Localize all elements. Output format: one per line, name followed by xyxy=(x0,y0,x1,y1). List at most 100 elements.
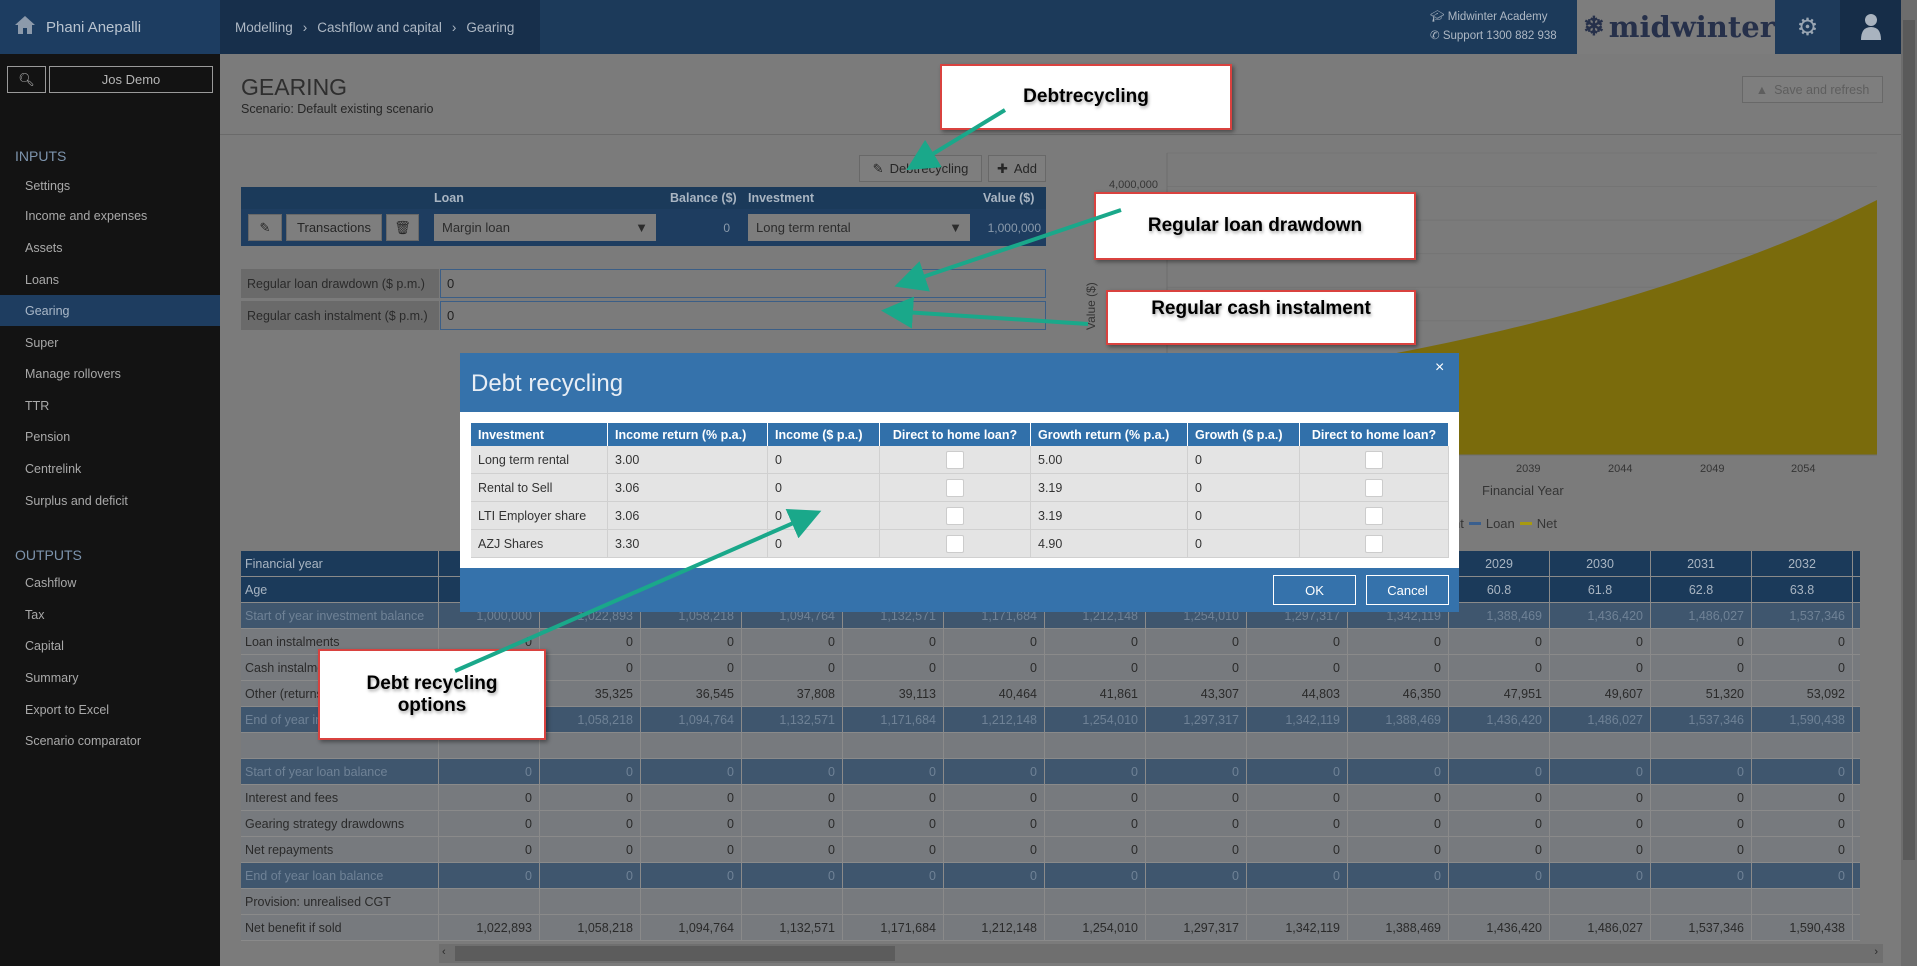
table-cell xyxy=(1550,733,1651,759)
transactions-button[interactable]: Transactions xyxy=(286,214,382,241)
gear-icon[interactable]: ⚙ xyxy=(1775,0,1840,54)
drawdown-input[interactable]: 0 xyxy=(440,269,1046,298)
x-tick-label: 2044 xyxy=(1608,463,1633,475)
direct-to-home-loan-checkbox[interactable] xyxy=(946,506,964,525)
caret-down-icon: ▼ xyxy=(635,220,648,235)
drawdown-label: Regular loan drawdown ($ p.m.) xyxy=(241,269,439,298)
table-cell: 35,325 xyxy=(540,681,641,707)
save-refresh-button[interactable]: ▲ Save and refresh xyxy=(1742,76,1883,103)
table-cell: 0 xyxy=(439,863,540,889)
search-button[interactable]: 🔍︎ xyxy=(7,66,46,93)
edit-loan-button[interactable]: ✎ xyxy=(248,214,282,241)
sidebar-item-tax[interactable]: Tax xyxy=(0,599,220,630)
table-cell: 0 xyxy=(1651,785,1752,811)
sidebar-item-summary[interactable]: Summary xyxy=(0,662,220,693)
scroll-right-icon[interactable]: › xyxy=(1874,946,1878,958)
modal-column-header: Growth return (% p.a.) xyxy=(1031,423,1188,446)
table-cell: 51,320 xyxy=(1651,681,1752,707)
debtrecycling-label: Debtrecycling xyxy=(889,161,969,176)
modal-column-header: Direct to home loan? xyxy=(1300,423,1449,446)
vertical-scrollbar-thumb[interactable] xyxy=(1903,20,1915,860)
table-cell: 0 xyxy=(843,759,944,785)
delete-loan-button[interactable]: 🗑︎ xyxy=(386,214,419,241)
instalment-input[interactable]: 0 xyxy=(440,301,1046,330)
support-phone[interactable]: ✆ Support 1300 882 938 xyxy=(1430,27,1557,46)
user-icon[interactable] xyxy=(1840,0,1901,54)
table-cell: 1,254,010 xyxy=(1045,915,1146,941)
breadcrumb-gearing[interactable]: Gearing xyxy=(466,20,514,35)
sidebar-item-scenario-comparator[interactable]: Scenario comparator xyxy=(0,725,220,756)
sidebar-item-gearing[interactable]: Gearing xyxy=(0,295,220,326)
table-cell: 1,486,027 xyxy=(1550,915,1651,941)
ok-button[interactable]: OK xyxy=(1273,575,1356,605)
sidebar-item-income-and-expenses[interactable]: Income and expenses xyxy=(0,200,220,231)
table-cell: 0 xyxy=(1449,629,1550,655)
table-cell: 1,171,684 xyxy=(843,707,944,733)
sidebar-item-assets[interactable]: Assets xyxy=(0,232,220,263)
table-cell: 0 xyxy=(742,759,843,785)
sidebar-item-centrelink[interactable]: Centrelink xyxy=(0,453,220,484)
table-cell: 0 xyxy=(843,629,944,655)
table-cell: 0 xyxy=(742,629,843,655)
legend-net: Net xyxy=(1536,516,1557,531)
sidebar-item-capital[interactable]: Capital xyxy=(0,630,220,661)
add-button[interactable]: ✚ Add xyxy=(988,155,1046,182)
sidebar-item-ttr[interactable]: TTR xyxy=(0,390,220,421)
sidebar-item-surplus-and-deficit[interactable]: Surplus and deficit xyxy=(0,485,220,516)
direct-to-home-loan-checkbox[interactable] xyxy=(1365,478,1383,497)
table-cell: 2031 xyxy=(1651,551,1752,577)
sidebar-item-super[interactable]: Super xyxy=(0,327,220,358)
table-cell: 1,058,218 xyxy=(540,915,641,941)
sidebar-item-settings[interactable]: Settings xyxy=(0,170,220,201)
income-cell: 0 xyxy=(768,502,880,530)
cancel-button[interactable]: Cancel xyxy=(1366,575,1449,605)
investment-select[interactable]: Long term rental ▼ xyxy=(748,214,970,241)
divider xyxy=(220,134,1901,135)
direct-to-home-loan-checkbox[interactable] xyxy=(1365,506,1383,525)
table-row: End of year loan balance 0 0 0 0 0 0 0 0 0 0 0 0 0 0 xyxy=(241,863,1860,889)
legend-loan: Loan xyxy=(1485,516,1515,531)
client-selector[interactable]: Jos Demo xyxy=(49,66,213,93)
breadcrumb-cashflow[interactable]: Cashflow and capital xyxy=(317,20,442,35)
direct-to-home-loan-checkbox[interactable] xyxy=(946,450,964,469)
scroll-left-icon[interactable]: ‹ xyxy=(442,946,446,958)
table-cell: 0 xyxy=(1146,655,1247,681)
table-cell: 1,388,469 xyxy=(1348,707,1449,733)
table-cell: 0 xyxy=(1348,837,1449,863)
table-cell: 0 xyxy=(742,785,843,811)
direct-to-home-loan-checkbox[interactable] xyxy=(946,478,964,497)
table-cell: 0 xyxy=(1752,811,1853,837)
sidebar-item-manage-rollovers[interactable]: Manage rollovers xyxy=(0,358,220,389)
modal-column-header: Income return (% p.a.) xyxy=(608,423,768,446)
table-cell: 0 xyxy=(742,811,843,837)
snowflake-icon: ❄ xyxy=(1583,12,1605,42)
table-cell: 0 xyxy=(1146,811,1247,837)
x-tick-label: 2049 xyxy=(1700,463,1725,475)
sidebar-item-cashflow[interactable]: Cashflow xyxy=(0,567,220,598)
table-cell: 0 xyxy=(1247,785,1348,811)
loan-select[interactable]: Margin loan ▼ xyxy=(434,214,656,241)
horizontal-scrollbar-thumb[interactable] xyxy=(455,946,895,961)
breadcrumb-modelling[interactable]: Modelling xyxy=(235,20,293,35)
debtrecycling-button[interactable]: ✎ Debtrecycling xyxy=(859,155,982,182)
academy-link[interactable]: 🎓︎ Midwinter Academy xyxy=(1430,8,1557,27)
direct-to-home-loan-checkbox[interactable] xyxy=(1365,534,1383,553)
table-cell: 0 xyxy=(944,785,1045,811)
direct-to-home-loan-checkbox[interactable] xyxy=(1365,450,1383,469)
table-cell: 1,590,438 xyxy=(1752,915,1853,941)
sidebar-item-pension[interactable]: Pension xyxy=(0,421,220,452)
table-cell: 0 xyxy=(1247,811,1348,837)
table-cell xyxy=(1853,733,1860,759)
close-icon[interactable]: × xyxy=(1435,359,1444,377)
modal-body: Investment Income return (% p.a.) Income (… xyxy=(460,412,1459,568)
table-cell xyxy=(1853,603,1860,629)
direct-to-home-loan-checkbox[interactable] xyxy=(946,534,964,553)
table-cell: 0 xyxy=(641,863,742,889)
table-cell xyxy=(641,733,742,759)
home-link[interactable]: Phani Anepalli xyxy=(0,0,220,54)
table-cell xyxy=(1853,681,1860,707)
sidebar-item-export-to-excel[interactable]: Export to Excel xyxy=(0,694,220,725)
table-cell xyxy=(944,889,1045,915)
sidebar-item-loans[interactable]: Loans xyxy=(0,264,220,295)
table-cell: 60.8 xyxy=(1449,577,1550,603)
